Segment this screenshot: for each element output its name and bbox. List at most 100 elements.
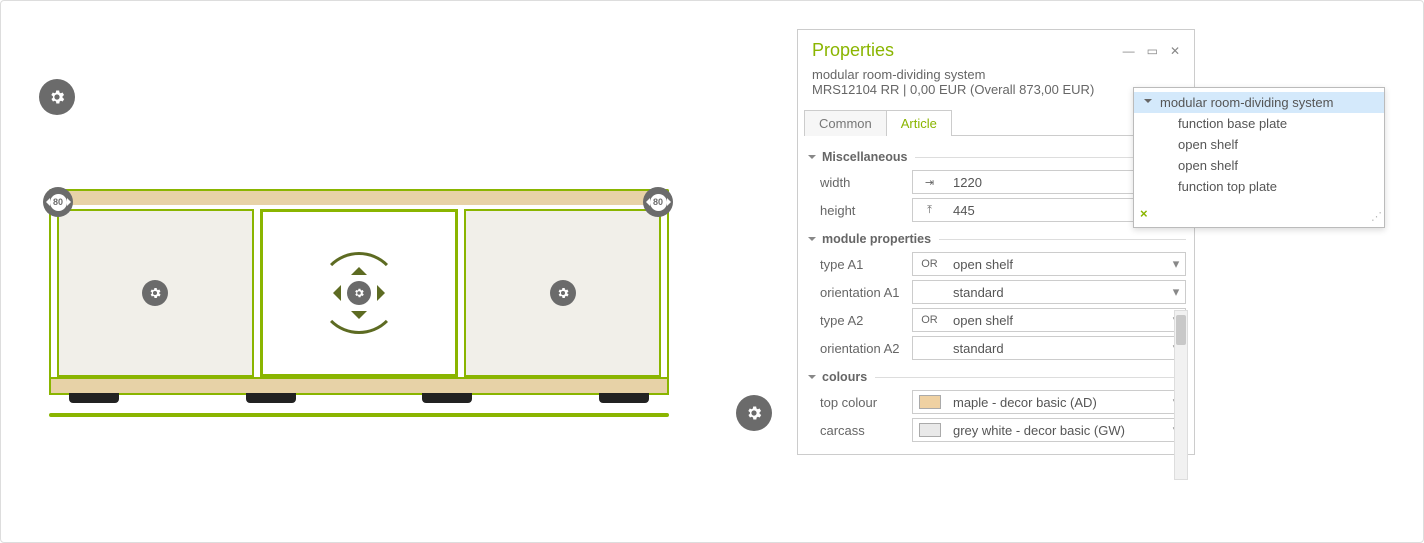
- tree-body: modular room-dividing system function ba…: [1134, 88, 1384, 227]
- tab-bar: Common Article: [804, 109, 1188, 136]
- prop-label: type A1: [806, 257, 912, 272]
- gear-icon: [148, 286, 162, 300]
- resize-handle-left[interactable]: 80: [43, 187, 73, 217]
- chevron-down-icon[interactable]: ▾: [1167, 284, 1185, 300]
- canvas-settings-button[interactable]: [39, 79, 75, 115]
- arrow-down-icon: [351, 311, 367, 327]
- unit-foot: [246, 393, 296, 403]
- group-miscellaneous: Miscellaneous width ⇥ 1220 height ⤒ 445: [806, 150, 1186, 224]
- prop-label: orientation A1: [806, 285, 912, 300]
- colour-swatch-maple: [919, 395, 941, 409]
- scrollbar[interactable]: [1174, 310, 1188, 480]
- tree-close-button[interactable]: ×: [1140, 206, 1148, 221]
- rule: [939, 239, 1186, 240]
- row-width: width ⇥ 1220: [806, 168, 1186, 196]
- tab-common[interactable]: Common: [804, 110, 887, 136]
- panel-header: Properties — ▭ ✕: [798, 30, 1194, 67]
- minimize-button[interactable]: —: [1123, 45, 1135, 57]
- prop-label: orientation A2: [806, 341, 912, 356]
- furniture-unit[interactable]: [49, 189, 669, 403]
- unit-cell-1[interactable]: [57, 209, 254, 377]
- row-type-a2: type A2 OR open shelf ▾: [806, 306, 1186, 334]
- carcass-field[interactable]: grey white - decor basic (GW) ▾: [912, 418, 1186, 442]
- prop-label: type A2: [806, 313, 912, 328]
- prop-label: width: [806, 175, 912, 190]
- resize-grip-icon[interactable]: ⋰: [1371, 210, 1380, 223]
- tree-item[interactable]: open shelf: [1134, 134, 1384, 155]
- tree-item[interactable]: open shelf: [1134, 155, 1384, 176]
- resize-handle-right[interactable]: 80: [643, 187, 673, 217]
- group-title: Miscellaneous: [822, 150, 907, 164]
- type-a1-field[interactable]: OR open shelf ▾: [912, 252, 1186, 276]
- unit-body: [49, 205, 669, 379]
- prop-value: standard: [947, 285, 1167, 300]
- height-icon: ⤒: [913, 204, 947, 217]
- collapse-icon: [808, 237, 816, 245]
- app-frame: 80 80 Properties — ▭ ✕ modular room-divi…: [0, 0, 1424, 543]
- arrow-left-icon: [325, 285, 341, 301]
- prop-value: grey white - decor basic (GW): [947, 423, 1167, 438]
- scrollbar-thumb[interactable]: [1176, 315, 1186, 345]
- window-buttons: — ▭ ✕: [1123, 45, 1180, 57]
- close-button[interactable]: ✕: [1170, 45, 1180, 57]
- orientation-a1-field[interactable]: standard ▾: [912, 280, 1186, 304]
- panel-subtitle-1: modular room-dividing system: [798, 67, 1194, 82]
- move-hub[interactable]: [347, 281, 371, 305]
- row-type-a1: type A1 OR open shelf ▾: [806, 250, 1186, 278]
- maximize-button[interactable]: ▭: [1147, 45, 1158, 57]
- selection-highlight: [49, 413, 669, 417]
- prop-value: open shelf: [947, 313, 1167, 328]
- prop-value: maple - decor basic (AD): [947, 395, 1167, 410]
- unit-cell-3[interactable]: [464, 209, 661, 377]
- group-header[interactable]: colours: [808, 370, 1186, 384]
- prop-label: height: [806, 203, 912, 218]
- row-orientation-a2: orientation A2 standard ▾: [806, 334, 1186, 362]
- tree-item-root[interactable]: modular room-dividing system: [1134, 92, 1384, 113]
- row-orientation-a1: orientation A1 standard ▾: [806, 278, 1186, 306]
- prop-value: standard: [947, 341, 1167, 356]
- unit-foot: [599, 393, 649, 403]
- collapse-icon: [808, 375, 816, 383]
- orientation-a2-field[interactable]: standard ▾: [912, 336, 1186, 360]
- group-header[interactable]: Miscellaneous: [808, 150, 1186, 164]
- group-title: module properties: [822, 232, 931, 246]
- row-carcass: carcass grey white - decor basic (GW) ▾: [806, 416, 1186, 444]
- tree-item[interactable]: function top plate: [1134, 176, 1384, 197]
- width-icon: ⇥: [913, 176, 947, 189]
- gear-icon: [48, 88, 66, 106]
- row-top-colour: top colour maple - decor basic (AD) ▾: [806, 388, 1186, 416]
- gear-icon: [745, 404, 763, 422]
- structure-tree-popup: modular room-dividing system function ba…: [1133, 87, 1385, 228]
- unit-feet: [49, 393, 669, 403]
- row-height: height ⤒ 445: [806, 196, 1186, 224]
- design-canvas[interactable]: 80 80: [1, 1, 1423, 542]
- code-badge: OR: [913, 258, 947, 270]
- unit-cell-2-selected[interactable]: [260, 209, 459, 377]
- unit-foot: [69, 393, 119, 403]
- resize-badge: 80: [50, 194, 67, 211]
- top-colour-field[interactable]: maple - decor basic (AD) ▾: [912, 390, 1186, 414]
- cell-settings-button[interactable]: [142, 280, 168, 306]
- rule: [875, 377, 1186, 378]
- prop-label: top colour: [806, 395, 912, 410]
- group-title: colours: [822, 370, 867, 384]
- collapse-icon: [808, 155, 816, 163]
- group-colours: colours top colour maple - decor basic (…: [806, 370, 1186, 444]
- group-module-properties: module properties type A1 OR open shelf …: [806, 232, 1186, 362]
- move-gizmo[interactable]: [318, 252, 400, 334]
- arrow-right-icon: [377, 285, 393, 301]
- tab-article[interactable]: Article: [886, 110, 952, 136]
- unit-foot: [422, 393, 472, 403]
- prop-label: carcass: [806, 423, 912, 438]
- colour-swatch-grey: [919, 423, 941, 437]
- chevron-down-icon[interactable]: ▾: [1167, 256, 1185, 272]
- gear-icon: [353, 287, 365, 299]
- arrow-up-icon: [351, 259, 367, 275]
- cell-settings-button[interactable]: [550, 280, 576, 306]
- panel-title: Properties: [812, 40, 894, 61]
- group-header[interactable]: module properties: [808, 232, 1186, 246]
- tree-item[interactable]: function base plate: [1134, 113, 1384, 134]
- scene-settings-button[interactable]: [736, 395, 772, 431]
- code-badge: OR: [913, 314, 947, 326]
- type-a2-field[interactable]: OR open shelf ▾: [912, 308, 1186, 332]
